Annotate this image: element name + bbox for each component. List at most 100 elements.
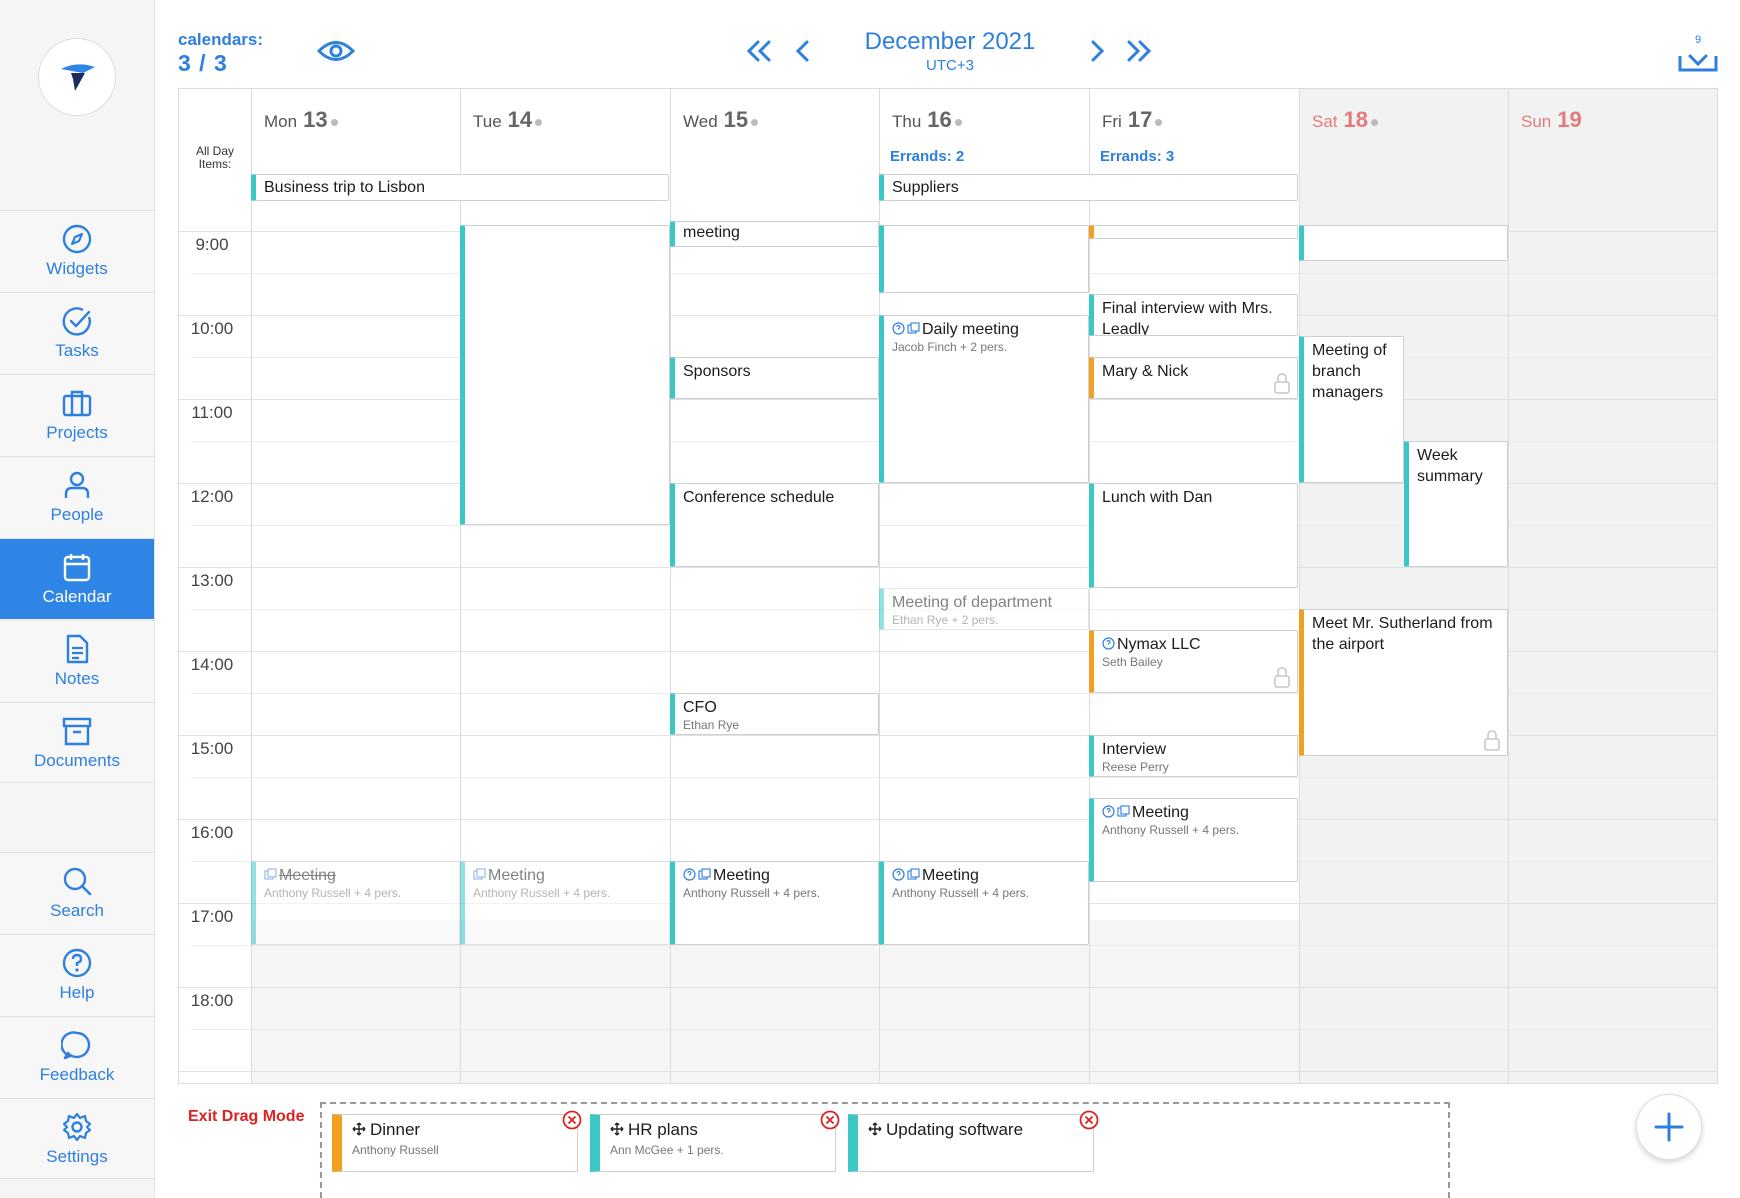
sidebar-item-calendar[interactable]: Calendar: [0, 538, 154, 619]
add-event-button[interactable]: [1636, 1094, 1702, 1160]
event-attendees: Anthony Russell + 4 pers.: [683, 886, 821, 900]
event-title: Daily meeting: [922, 321, 1019, 338]
event-block[interactable]: Meet Mr. Sutherland from the airport: [1299, 609, 1508, 756]
event-title: Meeting: [488, 867, 545, 884]
calendars-count[interactable]: 3 / 3: [178, 50, 228, 77]
sidebar-item-projects[interactable]: Projects: [0, 374, 154, 455]
allday-label: All Day Items:: [195, 144, 234, 171]
chat-bubble-icon: [61, 1031, 91, 1060]
sidebar-item-people[interactable]: People: [0, 456, 154, 537]
time-label: 15:00: [190, 739, 234, 758]
event-attendees: Anthony Russell + 4 pers.: [473, 886, 611, 900]
copy-small-icon: [473, 868, 486, 880]
sidebar-item-label: Feedback: [39, 1065, 115, 1084]
day-number: 15: [723, 107, 749, 132]
chevron-left-icon: [795, 40, 809, 62]
sidebar-item-feedback[interactable]: Feedback: [0, 1016, 154, 1097]
remove-dock-card-button[interactable]: [562, 1110, 582, 1130]
event-block[interactable]: Final interview with Mrs. Leadly: [1089, 294, 1298, 336]
event-title: Suppliers: [892, 179, 959, 196]
remove-dock-card-button[interactable]: [820, 1110, 840, 1130]
close-circle-icon: [1079, 1110, 1099, 1130]
dock-card[interactable]: Updating software: [848, 1114, 1094, 1172]
event-block[interactable]: Meeting of department Ethan Rye + 2 pers…: [879, 588, 1089, 630]
dock-card[interactable]: Dinner Anthony Russell: [332, 1114, 578, 1172]
double-chevron-right-icon: [1127, 40, 1152, 62]
briefcase-icon: [62, 390, 92, 417]
event-block[interactable]: Nymax LLC Seth Bailey: [1089, 630, 1298, 693]
event-block[interactable]: Meeting Anthony Russell + 4 pers.: [1089, 798, 1298, 882]
next-month-button[interactable]: [1122, 34, 1156, 68]
sidebar-item-tasks[interactable]: Tasks: [0, 292, 154, 373]
day-header-wed[interactable]: Wed 15: [683, 107, 759, 133]
prev-week-button[interactable]: [786, 34, 820, 68]
day-name: Sat: [1312, 112, 1338, 131]
day-header-fri[interactable]: Fri 17: [1102, 107, 1163, 133]
next-week-button[interactable]: [1080, 34, 1114, 68]
question-icon: [62, 948, 92, 978]
event-block[interactable]: Meeting Anthony Russell + 4 pers.: [879, 861, 1089, 945]
event-block[interactable]: Meeting Anthony Russell + 4 pers.: [460, 861, 670, 945]
plus-icon: [1654, 1112, 1684, 1142]
dock-card[interactable]: HR plans Ann McGee + 1 pers.: [590, 1114, 836, 1172]
event-block[interactable]: Mary & Nick: [1089, 357, 1298, 399]
event-block[interactable]: Lunch with Dan: [1089, 483, 1298, 588]
column-divider: [1508, 89, 1509, 1083]
remove-dock-card-button[interactable]: [1079, 1110, 1099, 1130]
errands-count-thu[interactable]: Errands: 2: [890, 148, 964, 165]
exit-drag-mode-button[interactable]: Exit Drag Mode: [188, 1108, 304, 1126]
sidebar-item-help[interactable]: Help: [0, 934, 154, 1015]
allday-event[interactable]: Business trip to Lisbon: [251, 174, 669, 201]
day-name: Thu: [892, 112, 922, 131]
event-block[interactable]: [879, 225, 1089, 293]
day-name: Sun: [1521, 112, 1552, 131]
day-header-mon[interactable]: Mon 13: [264, 107, 338, 133]
sidebar-item-widgets[interactable]: Widgets: [0, 210, 154, 291]
errands-count-fri[interactable]: Errands: 3: [1100, 148, 1174, 165]
event-block[interactable]: Week summary: [1404, 441, 1508, 567]
event-title: Week summary: [1417, 447, 1483, 485]
half-hour-line: [191, 945, 1717, 946]
event-title: Meeting: [922, 867, 979, 884]
event-block[interactable]: Daily meeting Jacob Finch + 2 pers.: [879, 315, 1089, 483]
event-block[interactable]: [460, 225, 670, 525]
prev-month-button[interactable]: [742, 34, 776, 68]
timezone-label: UTC+3: [926, 57, 974, 74]
day-header-sun[interactable]: Sun 19: [1521, 107, 1582, 133]
event-title: Interview: [1102, 741, 1167, 758]
event-block[interactable]: Sponsors: [670, 357, 879, 399]
move-icon: [868, 1122, 882, 1136]
day-name: Wed: [683, 112, 718, 131]
event-block[interactable]: Conference schedule: [670, 483, 879, 567]
hour-line: [179, 1071, 1717, 1072]
dock-card-sub: Ann McGee + 1 pers.: [610, 1143, 724, 1157]
note-icon: [66, 634, 89, 664]
event-title: Sponsors: [683, 363, 751, 380]
event-block[interactable]: Meeting Anthony Russell + 4 pers.: [670, 861, 879, 945]
allday-event[interactable]: Suppliers: [879, 174, 1298, 201]
visibility-toggle-button[interactable]: [316, 36, 356, 66]
event-block[interactable]: [1299, 225, 1508, 261]
event-block[interactable]: meeting: [670, 221, 879, 247]
day-name: Tue: [473, 112, 502, 131]
logo-icon: [61, 64, 95, 91]
sidebar-item-notes[interactable]: Notes: [0, 620, 154, 701]
day-dot: [1155, 119, 1163, 127]
app-logo[interactable]: [38, 38, 116, 116]
event-block[interactable]: CFO Ethan Rye: [670, 693, 879, 735]
day-header-tue[interactable]: Tue 14: [473, 107, 543, 133]
day-number: 19: [1557, 107, 1582, 132]
sidebar-item-documents[interactable]: Documents: [0, 702, 154, 783]
day-number: 14: [507, 107, 533, 132]
month-title[interactable]: December 2021: [830, 28, 1070, 56]
event-block[interactable]: Interview Reese Perry: [1089, 735, 1298, 777]
event-block[interactable]: [1089, 225, 1298, 239]
gear-icon: [62, 1112, 92, 1141]
sidebar-item-search[interactable]: Search: [0, 852, 154, 933]
sidebar-item-settings[interactable]: Settings: [0, 1098, 154, 1179]
day-header-thu[interactable]: Thu 16: [892, 107, 962, 133]
event-block[interactable]: Meeting of branch managers: [1299, 336, 1404, 483]
event-block[interactable]: Meeting Anthony Russell + 4 pers.: [251, 861, 460, 945]
day-header-sat[interactable]: Sat 18: [1312, 107, 1379, 133]
week-calendar-grid: Mon 13 Tue 14 Wed 15 Thu 16 Fri 17 Sat 18 Sun 1…: [178, 88, 1718, 1084]
